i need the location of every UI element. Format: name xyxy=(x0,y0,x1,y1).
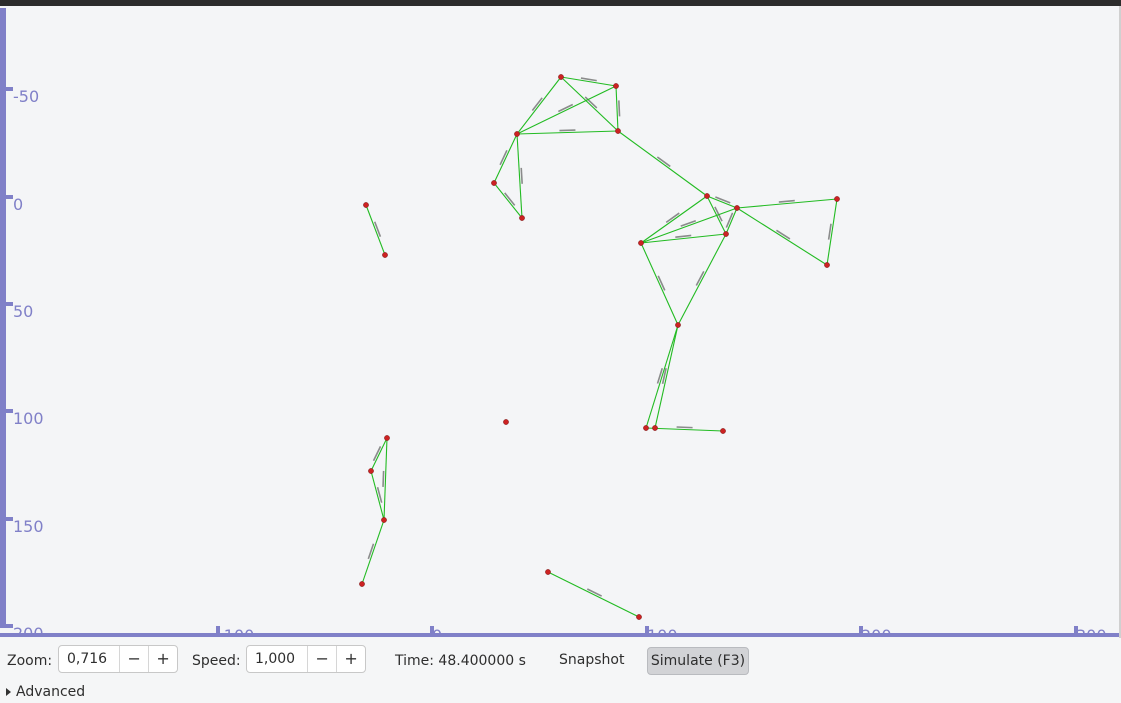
edge-label-mark xyxy=(676,426,693,429)
x-axis-label: 100 xyxy=(647,626,678,637)
mass-node[interactable] xyxy=(503,419,509,425)
mass-node[interactable] xyxy=(643,425,649,431)
x-axis-line xyxy=(0,633,1121,637)
edge-label-mark xyxy=(665,212,680,224)
mass-node[interactable] xyxy=(363,202,369,208)
mass-node[interactable] xyxy=(519,215,525,221)
mass-node[interactable] xyxy=(368,468,374,474)
node-layer xyxy=(359,74,840,620)
y-axis-label: -50 xyxy=(13,87,39,106)
x-axis-label: 300 xyxy=(1076,626,1107,637)
time-readout: Time: 48.400000 s xyxy=(395,653,526,669)
mass-node[interactable] xyxy=(723,231,729,237)
speed-label: Speed: xyxy=(192,653,241,669)
spring-edge xyxy=(370,437,388,472)
spring-edge xyxy=(516,76,562,135)
y-axis-label: 200 xyxy=(13,624,44,637)
zoom-label: Zoom: xyxy=(7,653,53,669)
y-axis-tick xyxy=(6,517,13,521)
edge-label-mark xyxy=(382,470,385,487)
edge-label-mark xyxy=(778,199,795,203)
y-axis-line xyxy=(0,8,6,628)
y-axis-tick xyxy=(6,624,13,628)
snapshot-button[interactable]: Snapshot xyxy=(549,646,634,674)
spring-edge xyxy=(516,130,619,135)
spring-edge xyxy=(654,324,679,429)
mass-node[interactable] xyxy=(824,262,830,268)
spring-edge xyxy=(615,85,619,132)
spring-edge xyxy=(826,198,838,266)
edge-layer xyxy=(361,76,838,618)
spring-edge xyxy=(365,204,386,256)
zoom-decrease-button[interactable]: − xyxy=(119,646,148,672)
mass-node[interactable] xyxy=(734,205,740,211)
spring-edge xyxy=(493,182,523,219)
expander-arrow-icon xyxy=(6,688,11,696)
axes-layer: -50 0 50 100 150 200 -100 0 100 200 300 xyxy=(0,8,1121,645)
spring-edge xyxy=(383,437,388,521)
mass-node[interactable] xyxy=(359,581,365,587)
edge-label-mark xyxy=(520,167,523,184)
control-panel: Zoom: 0,716 − + Speed: 1,000 − + Time: 4… xyxy=(0,638,1121,703)
spring-edge xyxy=(547,571,640,618)
speed-value[interactable]: 1,000 xyxy=(247,646,307,672)
spring-edge xyxy=(640,195,708,244)
advanced-label: Advanced xyxy=(16,684,86,700)
spring-edge xyxy=(736,198,838,209)
y-axis-label: 0 xyxy=(13,195,23,214)
spring-edge xyxy=(617,130,708,197)
edge-label-mark xyxy=(531,97,543,111)
mass-node[interactable] xyxy=(381,517,387,523)
mass-node[interactable] xyxy=(704,193,710,199)
spring-edge xyxy=(640,242,679,326)
mass-node[interactable] xyxy=(382,252,388,258)
advanced-expander[interactable]: Advanced xyxy=(6,684,85,700)
mass-node[interactable] xyxy=(384,435,390,441)
spring-edge xyxy=(361,519,385,585)
mass-node[interactable] xyxy=(720,428,726,434)
simulate-button[interactable]: Simulate (F3) xyxy=(647,647,749,675)
x-axis-label: 0 xyxy=(432,626,442,637)
x-axis-label: 200 xyxy=(861,626,892,637)
mass-node[interactable] xyxy=(615,128,621,134)
zoom-increase-button[interactable]: + xyxy=(148,646,177,672)
spring-edge xyxy=(493,133,518,184)
speed-decrease-button[interactable]: − xyxy=(307,646,336,672)
edge-label-mark xyxy=(504,192,516,206)
spring-edge xyxy=(677,233,727,326)
zoom-spinbox[interactable]: 0,716 − + xyxy=(58,645,178,673)
zoom-value[interactable]: 0,716 xyxy=(59,646,119,672)
mass-node[interactable] xyxy=(558,74,564,80)
x-axis-label: -100 xyxy=(218,626,254,637)
mass-node[interactable] xyxy=(514,131,520,137)
mass-node[interactable] xyxy=(636,614,642,620)
mass-node[interactable] xyxy=(675,322,681,328)
y-axis-tick xyxy=(6,302,13,306)
mass-node[interactable] xyxy=(834,196,840,202)
speed-spinbox[interactable]: 1,000 − + xyxy=(246,645,366,673)
y-axis-label: 50 xyxy=(13,302,33,321)
edge-label-mark xyxy=(656,156,671,168)
speed-increase-button[interactable]: + xyxy=(336,646,365,672)
edge-label-mark xyxy=(559,129,576,132)
y-axis-tick xyxy=(6,409,13,413)
y-axis-tick xyxy=(6,195,13,199)
y-axis-tick xyxy=(6,87,13,91)
mass-node[interactable] xyxy=(613,83,619,89)
spring-edge xyxy=(736,207,828,266)
mass-node[interactable] xyxy=(652,425,658,431)
y-axis-label: 150 xyxy=(13,517,44,536)
y-axis-label: 100 xyxy=(13,409,44,428)
mass-node[interactable] xyxy=(545,569,551,575)
mass-node[interactable] xyxy=(491,180,497,186)
spring-edge xyxy=(645,324,679,429)
mass-node[interactable] xyxy=(638,240,644,246)
simulation-view[interactable]: -50 0 50 100 150 200 -100 0 100 200 300 xyxy=(0,6,1121,645)
edge-label-mark xyxy=(618,100,621,117)
spring-edge xyxy=(370,470,385,521)
simulation-canvas[interactable]: -50 0 50 100 150 200 -100 0 100 200 300 xyxy=(0,6,1121,645)
